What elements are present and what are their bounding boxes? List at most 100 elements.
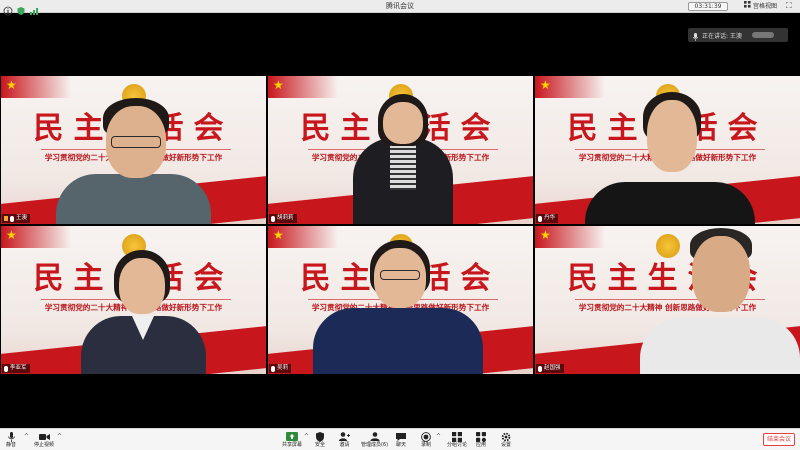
speaking-label: 正在讲话: 王澳 bbox=[702, 32, 742, 40]
face bbox=[692, 236, 750, 312]
torso bbox=[56, 174, 211, 224]
microphone-icon bbox=[10, 215, 14, 222]
title-bar-left-icons bbox=[3, 1, 39, 16]
participant-name: 王澳 bbox=[16, 215, 28, 221]
microphone-icon bbox=[538, 215, 542, 222]
camera-icon bbox=[38, 431, 50, 442]
security-label: 安全 bbox=[315, 442, 326, 448]
breakout-rooms-button[interactable]: 分组讨论 bbox=[447, 431, 467, 449]
meeting-timer: 03:31:39 bbox=[688, 2, 728, 11]
window-title: 腾讯会议 bbox=[386, 2, 414, 10]
star-icon: ★ bbox=[6, 78, 17, 92]
settings-button[interactable]: 设置 bbox=[501, 431, 511, 449]
record-options-caret[interactable]: ^ bbox=[436, 433, 441, 440]
microphone-icon bbox=[271, 215, 275, 222]
shield-icon[interactable] bbox=[16, 1, 26, 15]
members-icon bbox=[369, 431, 381, 442]
video-tile[interactable]: ★ 民主生活会 学习贯彻党的二十大精神 创新思路做好新形势下工作 吴莉 bbox=[268, 226, 533, 374]
star-icon: ★ bbox=[540, 78, 551, 92]
gear-icon bbox=[501, 431, 511, 442]
host-icon bbox=[4, 216, 8, 221]
breakout-rooms-label: 分组讨论 bbox=[447, 442, 468, 448]
star-icon: ★ bbox=[273, 78, 284, 92]
glasses bbox=[380, 270, 420, 280]
participant-name: 赵国强 bbox=[544, 365, 561, 371]
microphone-icon bbox=[271, 365, 275, 372]
info-icon[interactable] bbox=[3, 1, 13, 16]
chat-label: 聊天 bbox=[396, 442, 407, 448]
video-tile[interactable]: ★ 民主生活会 学习贯彻党的二十大精神 创新思路做好新形势下工作 李亚军 bbox=[1, 226, 266, 374]
record-button[interactable]: 录制 bbox=[421, 431, 431, 449]
face bbox=[119, 258, 165, 314]
mute-button[interactable]: 静音 bbox=[6, 431, 16, 449]
torso bbox=[313, 308, 483, 374]
participant-name-tag: 吴莉 bbox=[269, 364, 292, 373]
title-bar: 腾讯会议 03:31:39 宫格视图 ⛶ bbox=[0, 0, 800, 16]
participant-name: 丹华 bbox=[544, 215, 556, 221]
glasses bbox=[111, 136, 161, 148]
video-tile[interactable]: ★ 民主生活会 学习贯彻党的二十大精神 创新思路做好新形势下工作 胡莉莉 bbox=[268, 76, 533, 224]
record-label: 录制 bbox=[421, 442, 432, 448]
microphone-icon bbox=[693, 26, 698, 45]
share-screen-label: 共享屏幕 bbox=[282, 442, 303, 448]
share-screen-button[interactable]: 共享屏幕 bbox=[282, 431, 302, 449]
torso bbox=[640, 318, 800, 374]
participant-video bbox=[51, 76, 216, 224]
settings-label: 设置 bbox=[501, 442, 512, 448]
participant-name-tag: 丹华 bbox=[536, 214, 559, 223]
microphone-icon bbox=[7, 431, 15, 442]
chat-button[interactable]: 聊天 bbox=[396, 431, 406, 449]
shield-icon bbox=[316, 431, 324, 442]
participant-name: 吴莉 bbox=[277, 365, 289, 371]
speaking-indicator: 正在讲话: 王澳 bbox=[688, 28, 788, 42]
video-options-caret[interactable]: ^ bbox=[57, 433, 62, 440]
apps-icon bbox=[476, 431, 486, 442]
stop-video-button[interactable]: 停止视频 bbox=[34, 431, 54, 449]
manage-members-button[interactable]: 管理成员(6) bbox=[361, 431, 388, 449]
share-options-caret[interactable]: ^ bbox=[304, 433, 309, 440]
meeting-window: 腾讯会议 03:31:39 宫格视图 ⛶ 正在讲话: 王澳 ★ 民主生活会 bbox=[0, 0, 800, 450]
face bbox=[383, 102, 423, 144]
invite-button[interactable]: 邀请 bbox=[339, 431, 350, 449]
microphone-icon bbox=[4, 365, 8, 372]
torso bbox=[585, 182, 755, 224]
participant-video bbox=[76, 226, 211, 374]
star-icon: ★ bbox=[273, 228, 284, 242]
participant-name-tag: 李亚军 bbox=[2, 364, 30, 373]
participant-video bbox=[575, 76, 765, 224]
video-tile[interactable]: ★ 民主生活会 学习贯彻党的二十大精神 创新思路做好新形势下工作 丹华 bbox=[535, 76, 800, 224]
video-tile[interactable]: ★ 民主生活会 学习贯彻党的二十大精神 创新思路做好新形势下工作 赵国强 bbox=[535, 226, 800, 374]
star-icon: ★ bbox=[6, 228, 17, 242]
signal-icon[interactable] bbox=[29, 1, 39, 15]
view-switch-button[interactable]: 宫格视图 bbox=[744, 1, 777, 12]
apps-label: 应用 bbox=[476, 442, 487, 448]
add-user-icon bbox=[339, 431, 350, 442]
meeting-toolbar: 静音 ^ 停止视频 ^ 共享屏幕 ^ 安全 邀请 管理成员(6) 聊天 录制 ^… bbox=[0, 428, 800, 450]
participant-video bbox=[308, 226, 488, 374]
security-button[interactable]: 安全 bbox=[315, 431, 325, 449]
participant-name: 胡莉莉 bbox=[277, 215, 294, 221]
view-switch-label: 宫格视图 bbox=[753, 3, 778, 10]
participant-name: 李亚军 bbox=[10, 365, 27, 371]
participant-name-tag: 胡莉莉 bbox=[269, 214, 297, 223]
mute-label: 静音 bbox=[6, 442, 17, 448]
invite-label: 邀请 bbox=[339, 442, 350, 448]
stop-video-label: 停止视频 bbox=[34, 442, 55, 448]
star-icon: ★ bbox=[540, 228, 551, 242]
participant-name-tag: 赵国强 bbox=[536, 364, 564, 373]
manage-members-label: 管理成员(6) bbox=[361, 442, 389, 448]
window-controls[interactable]: ⛶ bbox=[786, 1, 792, 11]
microphone-icon bbox=[538, 365, 542, 372]
breakout-icon bbox=[452, 431, 462, 442]
end-meeting-button[interactable]: 结束会议 bbox=[763, 433, 795, 446]
participant-video bbox=[348, 76, 458, 224]
chat-icon bbox=[396, 431, 406, 442]
speaking-level bbox=[751, 32, 774, 38]
apps-button[interactable]: 应用 bbox=[476, 431, 486, 449]
share-screen-icon bbox=[286, 431, 298, 442]
video-tile[interactable]: ★ 民主生活会 学习贯彻党的二十大精神 创新思路做好新形势下工作 王澳 bbox=[1, 76, 266, 224]
face bbox=[647, 100, 697, 172]
audio-options-caret[interactable]: ^ bbox=[24, 433, 29, 440]
participant-video bbox=[630, 226, 800, 374]
participant-name-tag: 王澳 bbox=[2, 214, 31, 223]
